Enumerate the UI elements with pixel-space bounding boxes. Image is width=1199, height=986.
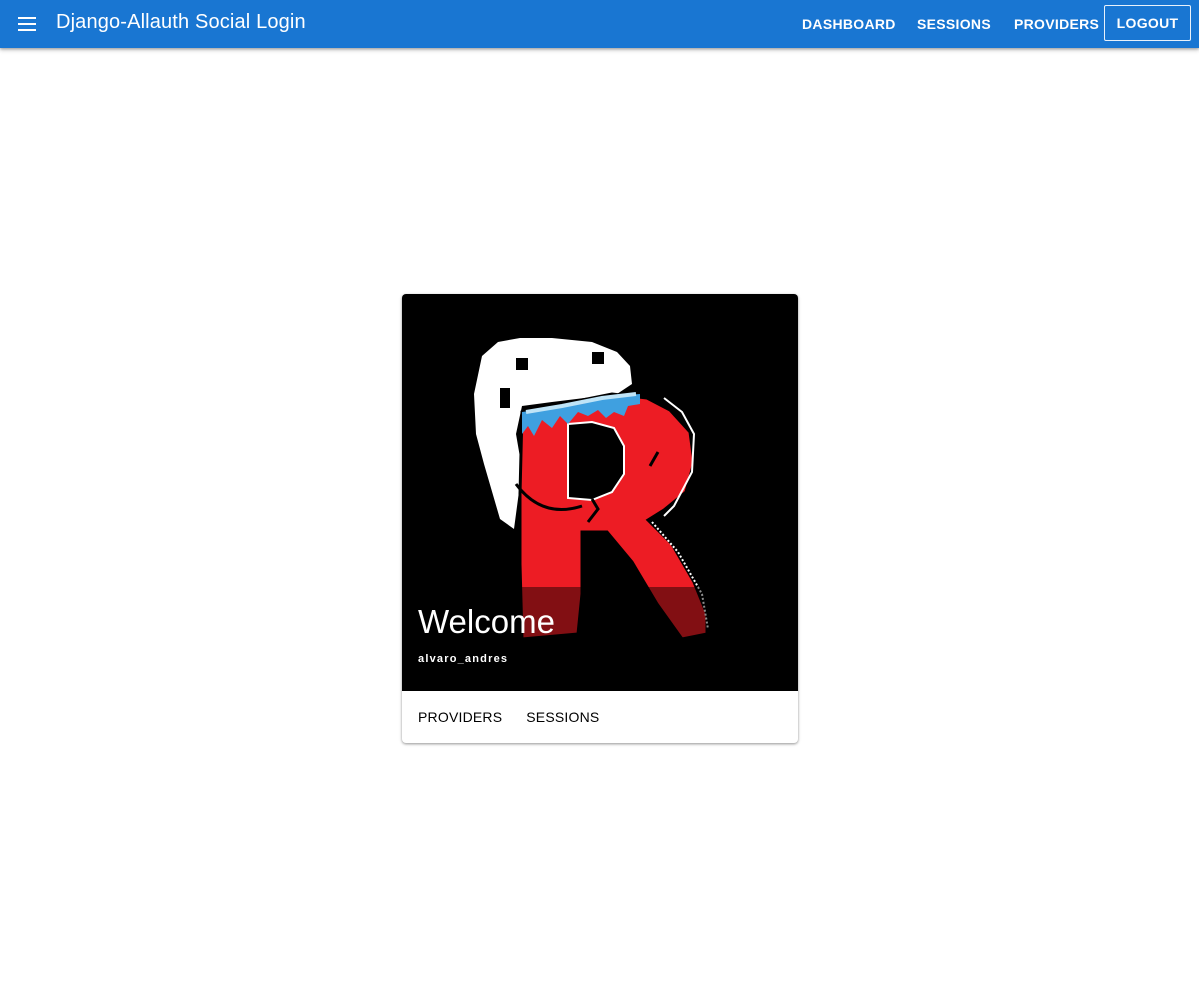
menu-icon[interactable] [12,9,42,39]
app-bar: Django-Allauth Social Login DASHBOARD SE… [0,0,1199,48]
nav-dashboard-button[interactable]: DASHBOARD [786,6,912,42]
card-sessions-button[interactable]: SESSIONS [518,699,607,735]
card-title: Welcome [418,603,555,640]
nav-providers-button[interactable]: PROVIDERS [998,6,1115,42]
nav-sessions-button[interactable]: SESSIONS [901,6,1007,42]
card-providers-button[interactable]: PROVIDERS [410,699,510,735]
card-subtitle-username: alvaro_andres [418,653,509,665]
card-actions: PROVIDERS SESSIONS [402,691,798,743]
app-title: Django-Allauth Social Login [56,11,306,33]
logout-button[interactable]: LOGOUT [1104,5,1191,41]
welcome-card: Welcome alvaro_andres PROVIDERS SESSIONS [402,294,798,743]
profile-picture: Welcome alvaro_andres [402,294,798,691]
